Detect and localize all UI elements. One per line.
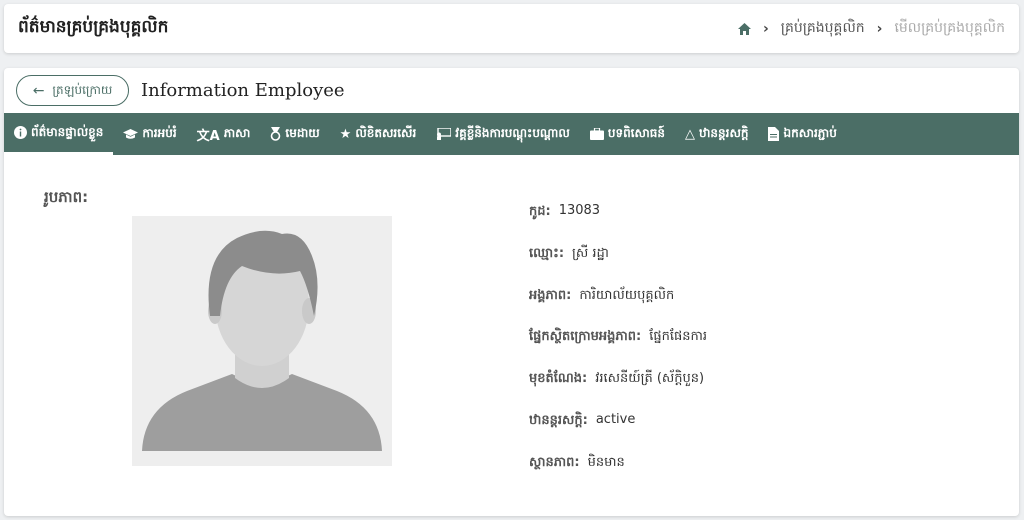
field-code: កូដ: 13083 [529, 203, 707, 245]
tab-label: មេដាយ [285, 126, 320, 140]
employee-title: Information Employee [141, 80, 345, 101]
field-value: active [595, 411, 636, 427]
field-name: ឈ្មោះ: ស្រី រដ្ឋា [529, 245, 707, 287]
tab-medal[interactable]: មេដាយ [260, 113, 329, 155]
field-key: ឋានន្តរសក្តិ: [529, 412, 588, 428]
field-key: កូដ: [529, 204, 551, 219]
tab-label: ភាសា [223, 126, 251, 140]
avatar-placeholder-icon [132, 216, 392, 466]
tab-commendation[interactable]: ★ លិខិតសរសើរ [330, 113, 427, 155]
tab-label: បទពិសោធន៍ [607, 126, 665, 140]
tab-label: ការអប់រំ [142, 126, 177, 140]
breadcrumb-current: មើលគ្រប់គ្រងបុគ្គលិក [894, 20, 1005, 36]
field-value: 13083 [558, 203, 601, 218]
tab-attachments[interactable]: ឯកសារភ្ជាប់ [758, 113, 846, 155]
tab-label: ឯកសារភ្ជាប់ [783, 126, 837, 140]
tab-language[interactable]: 文A ភាសា [187, 113, 261, 155]
translate-icon: 文A [196, 128, 220, 144]
info-icon [14, 126, 27, 139]
field-status: ស្ថានភាព: មិនមាន [529, 454, 707, 496]
triangle-icon: △ [684, 126, 695, 142]
field-value: ការិយាល័យបុគ្គលិក [579, 287, 675, 303]
photo-label: រូបភាព: [44, 188, 89, 206]
field-unit: អង្គភាព: ការិយាល័យបុគ្គលិក [529, 287, 707, 329]
tab-label: ព័ត៌មានផ្ទាល់ខ្លួន [31, 124, 104, 139]
back-button[interactable]: ← ត្រឡប់ក្រោយ [16, 75, 129, 106]
star-icon: ★ [339, 126, 352, 142]
tab-personal-info[interactable]: ព័ត៌មានផ្ទាល់ខ្លួន [4, 113, 114, 155]
graduation-cap-icon [123, 128, 139, 140]
field-key: អង្គភាព: [529, 287, 572, 303]
field-value: ស្រី រដ្ឋា [572, 245, 609, 261]
arrow-left-icon: ← [32, 82, 45, 99]
tab-label: វគ្គខ្លីនិងការបណ្តុះបណ្តាល [455, 126, 570, 140]
field-position: មុខតំណែង: វរសេនីយ៍ត្រី (ស័ក្តិបួន) [529, 370, 707, 412]
breadcrumb-link-employees[interactable]: គ្រប់គ្រងបុគ្គលិក [781, 18, 865, 39]
field-key: ឈ្មោះ: [529, 245, 565, 261]
field-value: ផ្នែកផែនការ [649, 329, 707, 345]
tab-experience[interactable]: បទពិសោធន៍ [580, 113, 675, 155]
field-value: មិនមាន [587, 454, 625, 470]
employee-info-card: ← ត្រឡប់ក្រោយ Information Employee ព័ត៌ម… [4, 68, 1019, 516]
employee-fields: កូដ: 13083 ឈ្មោះ: ស្រី រដ្ឋា អង្គភាព: កា… [529, 203, 707, 496]
field-sub-unit: ផ្នែកស្ថិតក្រោមអង្គភាព: ផ្នែកផែនការ [529, 328, 707, 370]
field-key: ស្ថានភាព: [529, 454, 580, 470]
tab-training[interactable]: វគ្គខ្លីនិងការបណ្តុះបណ្តាល [426, 113, 580, 155]
title-row: ← ត្រឡប់ក្រោយ Information Employee [4, 68, 1019, 113]
tab-label: លិខិតសរសើរ [355, 126, 417, 140]
field-value: វរសេនីយ៍ត្រី (ស័ក្តិបួន) [595, 371, 705, 387]
tab-label: ឋានន្តរសក្តិ [698, 126, 749, 140]
tab-bar: ព័ត៌មានផ្ទាល់ខ្លួន ការអប់រំ 文A ភាសា មេដា… [4, 113, 1019, 155]
header-bar: ព័ត៌មានគ្រប់គ្រងបុគ្គលិក › គ្រប់គ្រងបុគ្… [4, 4, 1019, 53]
page-title: ព័ត៌មានគ្រប់គ្រងបុគ្គលិក [18, 17, 169, 37]
chevron-right-icon: › [763, 20, 769, 37]
back-button-label: ត្រឡប់ក្រោយ [52, 82, 113, 97]
chevron-right-icon: › [876, 20, 883, 37]
briefcase-icon [589, 128, 604, 140]
medal-icon [270, 127, 281, 141]
training-icon [436, 128, 452, 140]
field-rank: ឋានន្តរសក្តិ: active [529, 412, 707, 454]
field-key: មុខតំណែង: [529, 371, 588, 387]
avatar [132, 216, 392, 466]
field-key: ផ្នែកស្ថិតក្រោមអង្គភាព: [529, 329, 642, 345]
home-icon[interactable] [738, 22, 751, 35]
tab-rank[interactable]: △ ឋានន្តរសក្តិ [675, 113, 759, 155]
file-icon [768, 127, 780, 141]
personal-info-panel: រូបភាព: កូដ: 13083 ឈ្មោះ: ស្រី រដ្ឋា អង្… [4, 155, 1019, 516]
tab-education[interactable]: ការអប់រំ [113, 113, 186, 155]
breadcrumb: › គ្រប់គ្រងបុគ្គលិក › មើលគ្រប់គ្រងបុគ្គល… [738, 18, 1005, 39]
